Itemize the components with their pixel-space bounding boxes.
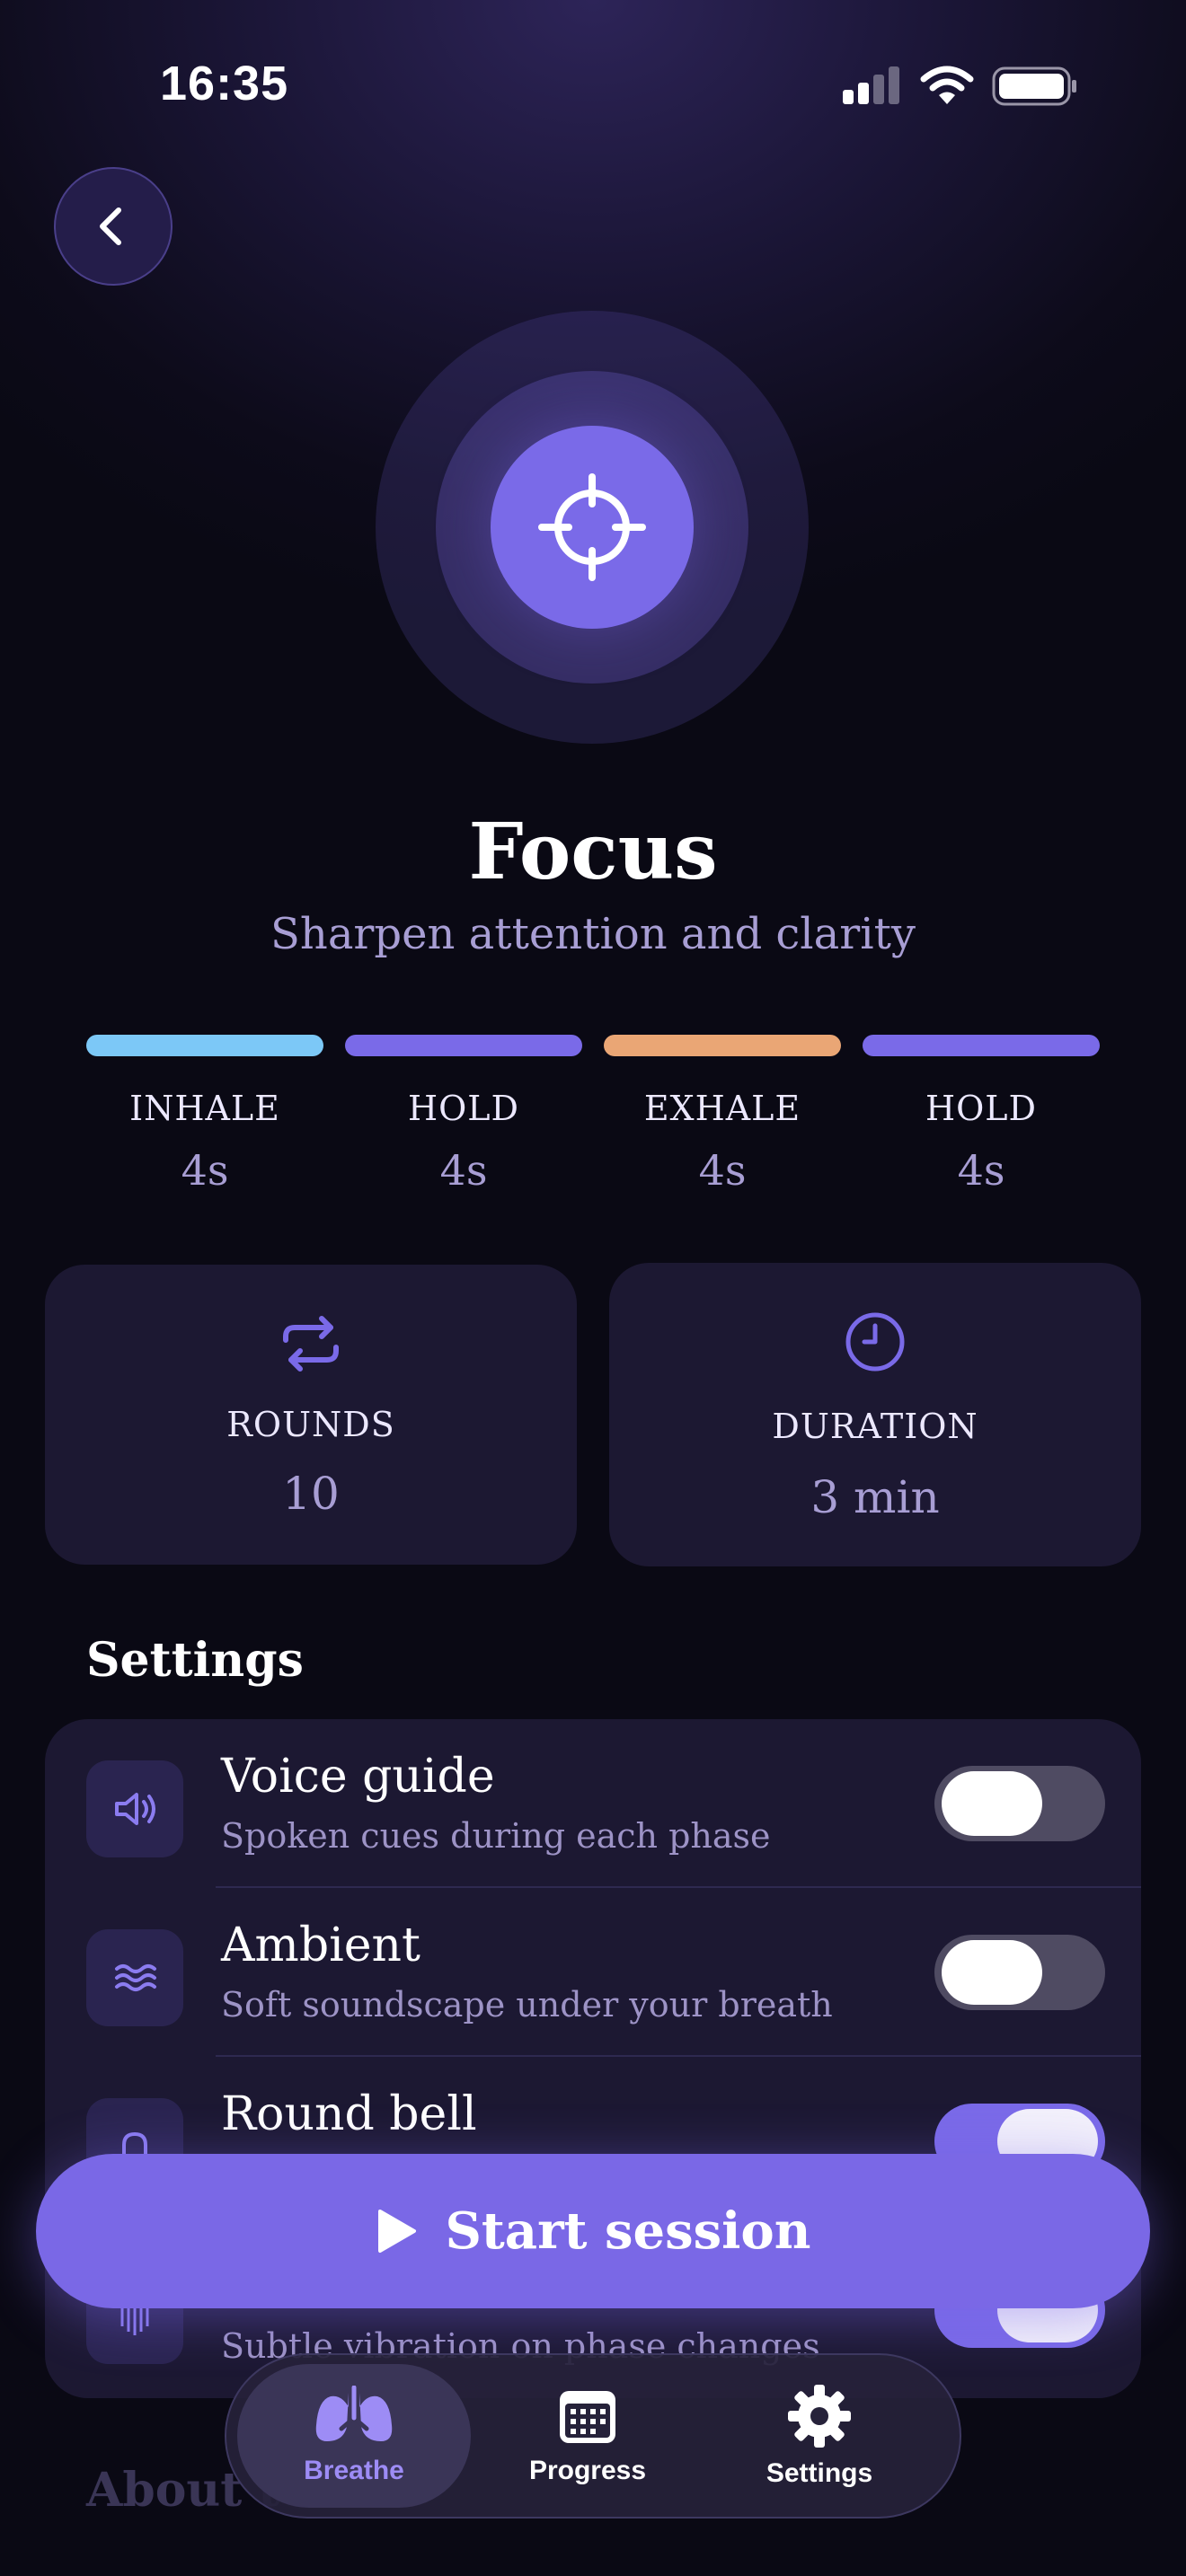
tab-label: Progress bbox=[528, 2456, 647, 2485]
clock-icon bbox=[845, 1312, 905, 1372]
start-session-label: Start session bbox=[445, 2201, 811, 2261]
phase-bar-hold-2 bbox=[863, 1035, 1100, 1056]
gear-icon bbox=[788, 2385, 851, 2448]
phase-label: HOLD bbox=[408, 1089, 519, 1128]
duration-card[interactable]: DURATION 3 min bbox=[609, 1263, 1141, 1566]
phase-bar-hold bbox=[345, 1035, 582, 1056]
lungs-icon bbox=[315, 2386, 393, 2441]
play-icon bbox=[378, 2210, 417, 2253]
calendar-icon bbox=[560, 2391, 615, 2443]
phase-label: HOLD bbox=[925, 1089, 1037, 1128]
speaker-icon bbox=[86, 1760, 183, 1857]
setting-row-voice-guide[interactable]: Voice guide Spoken cues during each phas… bbox=[45, 1719, 1141, 1888]
setting-title: Ambient bbox=[221, 1919, 420, 1972]
ambient-toggle[interactable] bbox=[934, 1935, 1105, 2010]
setting-subtitle: Soft soundscape under your breath bbox=[221, 1985, 833, 2025]
voice-guide-toggle[interactable] bbox=[934, 1766, 1105, 1841]
rounds-value: 10 bbox=[282, 1468, 340, 1520]
rounds-card[interactable]: ROUNDS 10 bbox=[45, 1265, 577, 1565]
phase-value: 4s bbox=[439, 1146, 488, 1195]
setting-row-ambient[interactable]: Ambient Soft soundscape under your breat… bbox=[45, 1888, 1141, 2057]
exercise-subtitle: Sharpen attention and clarity bbox=[270, 909, 916, 959]
repeat-icon bbox=[283, 1316, 339, 1372]
chevron-left-icon bbox=[100, 207, 121, 245]
rounds-label: ROUNDS bbox=[226, 1405, 395, 1444]
setting-subtitle: Spoken cues during each phase bbox=[221, 1816, 771, 1856]
tab-label: Breathe bbox=[304, 2456, 404, 2485]
setting-title: Voice guide bbox=[221, 1750, 495, 1804]
wifi-icon bbox=[920, 66, 974, 104]
status-time: 16:35 bbox=[160, 57, 289, 110]
tab-progress[interactable]: Progress bbox=[471, 2364, 704, 2508]
duration-label: DURATION bbox=[772, 1407, 978, 1446]
duration-value: 3 min bbox=[810, 1471, 940, 1523]
phase-value: 4s bbox=[181, 1146, 229, 1195]
battery-icon bbox=[992, 66, 1076, 106]
start-session-button[interactable]: Start session bbox=[36, 2154, 1150, 2308]
tab-settings[interactable]: Settings bbox=[703, 2364, 936, 2508]
phase-value: 4s bbox=[957, 1146, 1005, 1195]
crosshair-icon bbox=[538, 473, 646, 581]
phase-bar-exhale bbox=[604, 1035, 841, 1056]
tab-label: Settings bbox=[766, 2458, 873, 2488]
tab-bar: Breathe Progress Settings bbox=[225, 2353, 961, 2519]
exercise-icon bbox=[491, 426, 694, 629]
phase-label: INHALE bbox=[129, 1089, 280, 1128]
tab-breathe[interactable]: Breathe bbox=[237, 2364, 471, 2508]
settings-heading: Settings bbox=[86, 1633, 304, 1688]
setting-title: Round bell bbox=[221, 2087, 477, 2141]
phase-label: EXHALE bbox=[643, 1089, 801, 1128]
waves-icon bbox=[86, 1929, 183, 2026]
exercise-title: Focus bbox=[468, 807, 718, 897]
phase-value: 4s bbox=[698, 1146, 747, 1195]
back-button[interactable] bbox=[54, 167, 173, 286]
signal-icon bbox=[843, 66, 899, 104]
phase-bar-inhale bbox=[86, 1035, 323, 1056]
